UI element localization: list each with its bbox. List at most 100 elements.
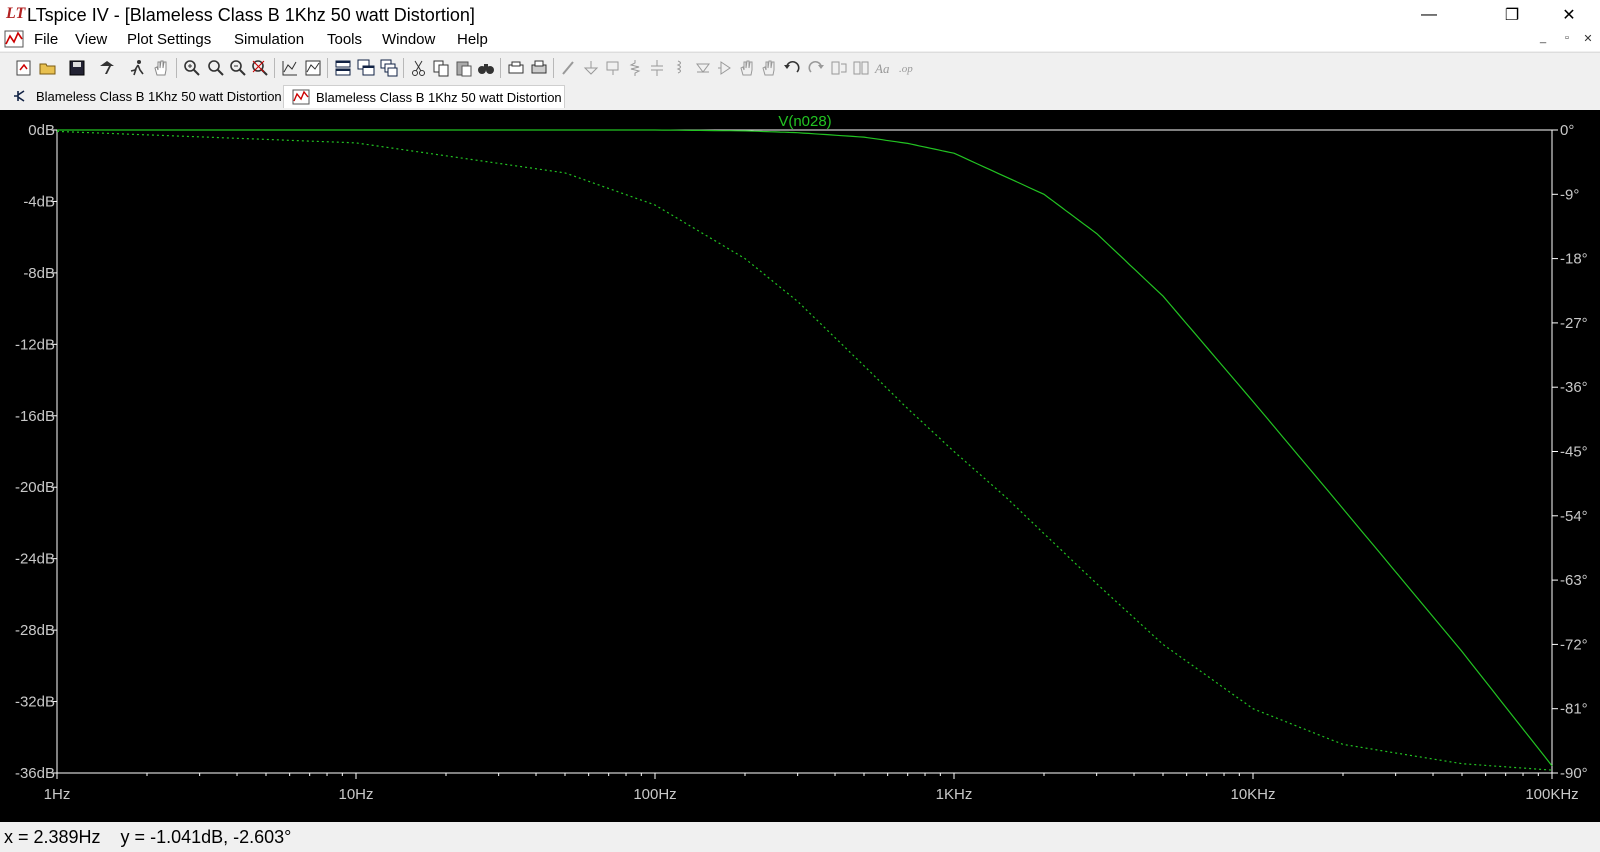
label-icon xyxy=(606,61,619,75)
y2-tick-label: -81° xyxy=(1560,701,1588,718)
y2-tick-label: -36° xyxy=(1560,379,1588,396)
menu-plot-settings[interactable]: Plot Settings xyxy=(127,31,211,48)
ltspice-logo-icon: LT xyxy=(6,5,26,22)
toolbar-separator xyxy=(553,58,554,78)
move-icon xyxy=(740,60,753,76)
magnitude-trace[interactable] xyxy=(57,129,1553,767)
toolbar: Aa .op xyxy=(0,52,1600,84)
save-icon[interactable] xyxy=(67,58,87,78)
find-icon[interactable] xyxy=(476,58,496,78)
y-tick-label: -20dB xyxy=(15,479,55,496)
mdi-close-button[interactable]: ✕ xyxy=(1580,32,1596,45)
window-title: LTspice IV - [Blameless Class B 1Khz 50 … xyxy=(27,5,475,25)
run-icon[interactable] xyxy=(127,58,147,78)
open-icon[interactable] xyxy=(38,58,58,78)
document-tabs: Blameless Class B 1Khz 50 watt Distortio… xyxy=(0,83,1600,109)
cascade-icon[interactable] xyxy=(356,58,376,78)
waveform-doc-icon[interactable] xyxy=(4,30,24,48)
diode-icon xyxy=(696,63,710,73)
bode-chart[interactable]: 1Hz 10Hz 100Hz 1KHz 10KHz 100KHz 0dB -4dB -8dB -1… xyxy=(0,110,1600,822)
waveform-doc-icon xyxy=(292,89,310,105)
y2-tick-label: -18° xyxy=(1560,251,1588,268)
copy-icon[interactable] xyxy=(431,58,451,78)
cursor-readout: x = 2.389Hz y = -1.041dB, -2.603° xyxy=(4,827,292,847)
y2-tick-label: -72° xyxy=(1560,636,1588,653)
menu-tools[interactable]: Tools xyxy=(327,31,362,48)
y2-tick-label: -54° xyxy=(1560,508,1588,525)
text-icon: Aa xyxy=(874,61,890,76)
tab-schematic-label: Blameless Class B 1Khz 50 watt Distortio… xyxy=(36,88,282,104)
trace-label[interactable]: V(n028) xyxy=(778,113,831,130)
pan-hand-icon[interactable] xyxy=(151,58,171,78)
inductor-icon xyxy=(676,60,681,74)
x-tick-label: 100Hz xyxy=(633,786,676,803)
y-tick-label: -4dB xyxy=(23,193,55,210)
y-tick-label: -24dB xyxy=(15,551,55,568)
menu-help[interactable]: Help xyxy=(457,31,488,48)
restore-button[interactable]: ❐ xyxy=(1489,0,1535,30)
zoom-in-icon[interactable] xyxy=(206,58,226,78)
add-trace-icon[interactable] xyxy=(303,58,323,78)
title-bar: LT LTspice IV - [Blameless Class B 1Khz … xyxy=(0,0,1600,30)
close-button[interactable]: ✕ xyxy=(1546,0,1592,30)
x-tick-label: 100KHz xyxy=(1525,786,1578,803)
print-icon[interactable] xyxy=(529,58,549,78)
tile-vertical-icon[interactable] xyxy=(379,58,399,78)
phase-trace[interactable] xyxy=(56,130,1553,771)
rotate-icon xyxy=(831,61,847,75)
component-icon xyxy=(718,61,731,75)
mdi-restore-button[interactable]: ▫ xyxy=(1559,32,1575,44)
svg-text:Aa: Aa xyxy=(874,61,890,76)
toolbar-separator xyxy=(176,58,177,78)
x-tick-label: 1Hz xyxy=(44,786,71,803)
menu-view[interactable]: View xyxy=(75,31,107,48)
zoom-area-icon[interactable] xyxy=(182,58,202,78)
x-tick-label: 10KHz xyxy=(1230,786,1275,803)
toolbar-separator xyxy=(500,58,501,78)
zoom-out-icon[interactable] xyxy=(228,58,248,78)
y2-tick-label: 0° xyxy=(1560,122,1574,139)
y2-tick-label: -63° xyxy=(1560,572,1588,589)
menu-bar: File View Plot Settings Simulation Tools… xyxy=(0,29,1600,51)
y2-tick-label: -45° xyxy=(1560,444,1588,461)
paste-icon[interactable] xyxy=(454,58,474,78)
tab-schematic[interactable]: Blameless Class B 1Khz 50 watt Distortio… xyxy=(4,85,282,107)
autorange-icon[interactable] xyxy=(280,58,300,78)
control-panel-icon[interactable] xyxy=(97,58,117,78)
y-tick-label: -8dB xyxy=(23,265,55,282)
spice-directive-icon: .op xyxy=(899,63,913,75)
x-tick-label: 10Hz xyxy=(338,786,373,803)
menu-window[interactable]: Window xyxy=(382,31,435,48)
mirror-icon xyxy=(853,61,869,75)
zoom-fit-icon[interactable] xyxy=(250,58,270,78)
y-tick-label: -12dB xyxy=(15,336,55,353)
print-preview-icon[interactable] xyxy=(506,58,526,78)
y2-tick-label: -90° xyxy=(1560,765,1588,782)
wire-icon xyxy=(562,61,574,75)
new-schematic-icon[interactable] xyxy=(14,58,34,78)
schematic-icon xyxy=(14,90,25,102)
toolbar-separator xyxy=(327,58,328,78)
y2-tick-label: -27° xyxy=(1560,315,1588,332)
menu-file[interactable]: File xyxy=(34,31,58,48)
capacitor-icon xyxy=(651,60,663,76)
ground-icon xyxy=(583,61,599,75)
cut-icon[interactable] xyxy=(409,58,429,78)
y-tick-label: -36dB xyxy=(15,765,55,782)
tile-horizontal-icon[interactable] xyxy=(333,58,353,78)
tab-waveform[interactable]: Blameless Class B 1Khz 50 watt Distortio… xyxy=(283,85,565,108)
waveform-plot[interactable]: 1Hz 10Hz 100Hz 1KHz 10KHz 100KHz 0dB -4dB -8dB -1… xyxy=(0,110,1600,822)
y-tick-label: 0dB xyxy=(28,122,55,139)
menu-simulation[interactable]: Simulation xyxy=(234,31,304,48)
x-tick-label: 1KHz xyxy=(936,786,973,803)
resistor-icon xyxy=(629,60,641,76)
drag-icon xyxy=(762,60,775,76)
minimize-button[interactable]: — xyxy=(1406,0,1452,30)
toolbar-separator xyxy=(403,58,404,78)
mdi-minimize-button[interactable]: _ xyxy=(1535,32,1551,44)
y-tick-label: -32dB xyxy=(15,694,55,711)
svg-text:.op: .op xyxy=(899,63,913,75)
undo-icon[interactable] xyxy=(782,58,802,78)
toolbar-separator xyxy=(274,58,275,78)
status-bar: x = 2.389Hz y = -1.041dB, -2.603° xyxy=(0,822,1600,852)
